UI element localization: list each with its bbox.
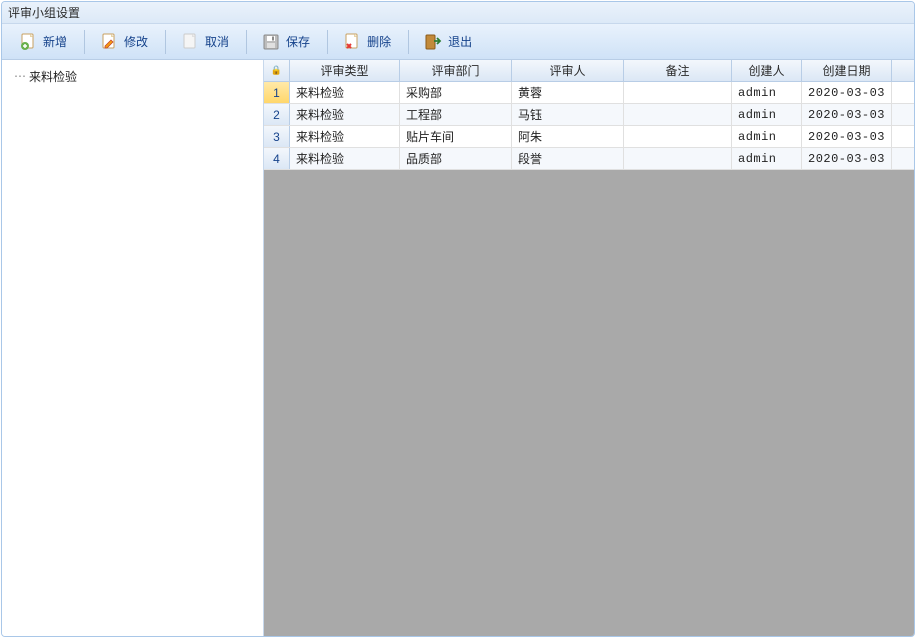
tree-panel: ⋯ 来料检验: [2, 60, 264, 636]
delete-icon: [343, 33, 361, 51]
tree-node-icon: ⋯: [14, 69, 25, 84]
cell-creator: admin: [732, 126, 802, 147]
save-button[interactable]: 保存: [251, 28, 321, 56]
save-icon: [262, 33, 280, 51]
cancel-button[interactable]: 取消: [170, 28, 240, 56]
table-row[interactable]: 3来料检验贴片车间阿朱 admin2020-03-03: [264, 126, 914, 148]
exit-icon: [424, 33, 442, 51]
cell-date: 2020-03-03: [802, 126, 892, 147]
cell-dept: 采购部: [400, 82, 512, 103]
cell-type: 来料检验: [290, 82, 400, 103]
toolbar: 新增 修改 取消: [2, 24, 914, 60]
cell-dept: 工程部: [400, 104, 512, 125]
exit-button[interactable]: 退出: [413, 28, 483, 56]
header-type[interactable]: 评审类型: [290, 60, 400, 81]
rownum: 4: [264, 148, 290, 169]
grid-header: 🔒 评审类型 评审部门 评审人 备注 创建人 创建日期: [264, 60, 914, 82]
delete-label: 删除: [367, 33, 391, 50]
save-label: 保存: [286, 33, 310, 50]
cell-remark: [624, 148, 732, 169]
cell-remark: [624, 82, 732, 103]
cell-type: 来料检验: [290, 104, 400, 125]
tree-item-incoming-inspection[interactable]: ⋯ 来料检验: [4, 66, 261, 86]
cell-type: 来料检验: [290, 126, 400, 147]
cell-creator: admin: [732, 82, 802, 103]
rownum: 1: [264, 82, 290, 103]
cell-date: 2020-03-03: [802, 82, 892, 103]
header-date[interactable]: 创建日期: [802, 60, 892, 81]
rownum: 3: [264, 126, 290, 147]
cell-creator: admin: [732, 104, 802, 125]
exit-label: 退出: [448, 33, 472, 50]
grid-panel: 🔒 评审类型 评审部门 评审人 备注 创建人 创建日期 1来料检验采购部黄蓉ad…: [264, 60, 914, 636]
cell-dept: 贴片车间: [400, 126, 512, 147]
cell-date: 2020-03-03: [802, 104, 892, 125]
header-dept[interactable]: 评审部门: [400, 60, 512, 81]
table-row[interactable]: 4来料检验品质部段誉 admin2020-03-03: [264, 148, 914, 170]
cell-person: 黄蓉: [512, 82, 624, 103]
content-area: ⋯ 来料检验 🔒 评审类型 评审部门 评审人 备注 创建人 创建日期 1来料检验…: [2, 60, 914, 636]
toolbar-separator: [165, 30, 166, 54]
edit-icon: [100, 33, 118, 51]
header-remark[interactable]: 备注: [624, 60, 732, 81]
grid-body: 1来料检验采购部黄蓉admin2020-03-032来料检验工程部马钰admin…: [264, 82, 914, 170]
table-row[interactable]: 1来料检验采购部黄蓉 admin2020-03-03: [264, 82, 914, 104]
cell-remark: [624, 104, 732, 125]
header-rownum[interactable]: 🔒: [264, 60, 290, 81]
toolbar-separator: [246, 30, 247, 54]
toolbar-separator: [327, 30, 328, 54]
cell-type: 来料检验: [290, 148, 400, 169]
edit-button[interactable]: 修改: [89, 28, 159, 56]
delete-button[interactable]: 删除: [332, 28, 402, 56]
lock-icon: 🔒: [271, 65, 282, 76]
cancel-icon: [181, 33, 199, 51]
table-row[interactable]: 2来料检验工程部马钰 admin2020-03-03: [264, 104, 914, 126]
toolbar-separator: [84, 30, 85, 54]
toolbar-separator: [408, 30, 409, 54]
cell-creator: admin: [732, 148, 802, 169]
header-person[interactable]: 评审人: [512, 60, 624, 81]
window-title: 评审小组设置: [8, 4, 80, 21]
titlebar: 评审小组设置: [2, 2, 914, 24]
add-label: 新增: [43, 33, 67, 50]
add-button[interactable]: 新增: [8, 28, 78, 56]
edit-label: 修改: [124, 33, 148, 50]
cell-person: 段誉: [512, 148, 624, 169]
cell-remark: [624, 126, 732, 147]
cell-dept: 品质部: [400, 148, 512, 169]
tree-item-label: 来料检验: [29, 68, 77, 85]
cancel-label: 取消: [205, 33, 229, 50]
header-creator[interactable]: 创建人: [732, 60, 802, 81]
rownum: 2: [264, 104, 290, 125]
cell-date: 2020-03-03: [802, 148, 892, 169]
cell-person: 马钰: [512, 104, 624, 125]
add-icon: [19, 33, 37, 51]
cell-person: 阿朱: [512, 126, 624, 147]
window-frame: 评审小组设置 新增 修改: [1, 1, 915, 637]
